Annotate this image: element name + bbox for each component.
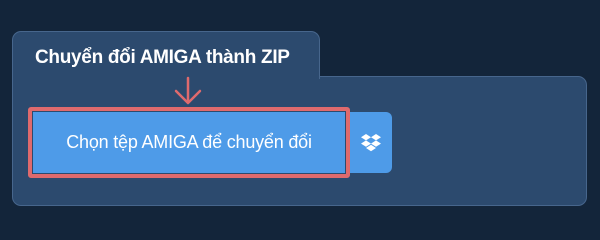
tab-panel-seam (13, 74, 319, 79)
arrow-down-icon (174, 76, 202, 105)
converter-widget: Chuyển đổi AMIGA thành ZIP Chọn tệp AMIG… (0, 0, 600, 230)
tab-title: Chuyển đổi AMIGA thành ZIP (35, 47, 290, 68)
dropbox-icon (361, 133, 381, 152)
choose-file-button[interactable]: Chọn tệp AMIGA để chuyển đổi (33, 112, 345, 173)
converter-tab[interactable]: Chuyển đổi AMIGA thành ZIP (12, 31, 320, 79)
dropbox-button[interactable] (350, 112, 392, 173)
